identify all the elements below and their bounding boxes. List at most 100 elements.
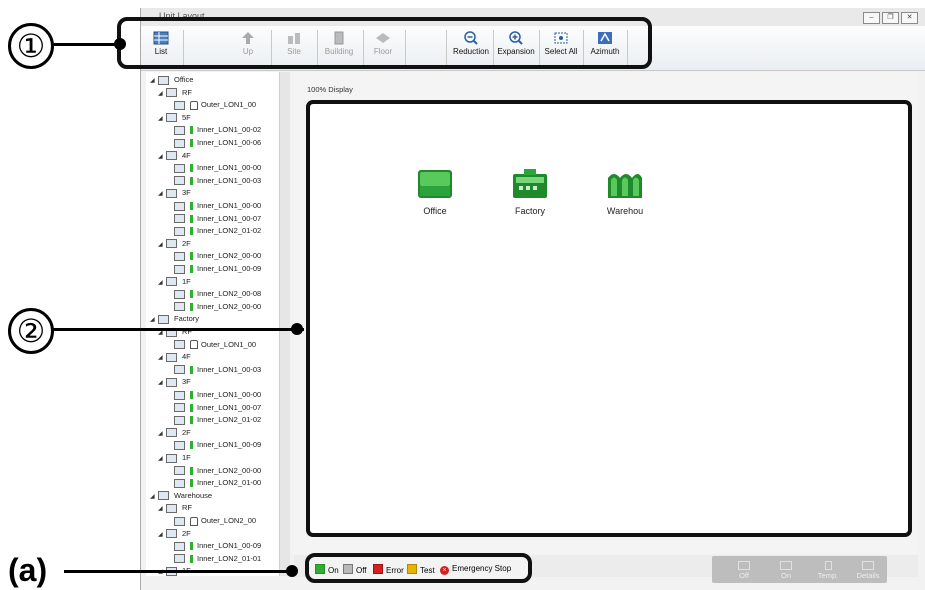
tree-unit-node[interactable]: Inner_LON2_00-00 [174, 301, 261, 313]
tree-unit-node[interactable]: Inner_LON1_00-02 [174, 124, 261, 136]
tree-node-label: 2F [182, 528, 191, 538]
tree-unit-node[interactable]: Inner_LON1_00-07 [174, 402, 261, 414]
unit-group-icon [166, 428, 177, 438]
callout-2-line [52, 328, 304, 331]
callout-2: ② [8, 308, 54, 354]
expand-arrow-icon[interactable]: ◢ [158, 503, 166, 515]
tree-node-label: Outer_LON2_00 [201, 516, 257, 525]
details-button[interactable]: Details [850, 556, 886, 583]
expand-arrow-icon[interactable]: ◢ [158, 352, 166, 364]
building-label-factory: Factory [514, 206, 545, 216]
tree-unit-node[interactable]: Outer_LON1_00 [174, 339, 256, 351]
expand-arrow-icon[interactable]: ◢ [158, 151, 166, 163]
temp-button[interactable]: Temp. [810, 556, 846, 583]
expand-arrow-icon[interactable]: ◢ [158, 453, 166, 465]
building-warehouse[interactable]: Warehou [600, 164, 650, 216]
tree-unit-node[interactable]: Inner_LON2_01-00 [174, 477, 261, 489]
tree-node-label: Inner_LON2_01-00 [197, 478, 262, 488]
tree-group-node[interactable]: ◢ 3F [158, 376, 191, 388]
expand-arrow-icon[interactable]: ◢ [158, 428, 166, 440]
tree-group-node[interactable]: ◢ RF [158, 87, 192, 99]
expand-arrow-icon[interactable]: ◢ [158, 377, 166, 389]
layout-canvas: Office Factory Warehou [306, 100, 912, 537]
tree-node-label: RF [182, 87, 192, 97]
tree-unit-node[interactable]: Inner_LON2_01-02 [174, 225, 261, 237]
expand-arrow-icon[interactable]: ◢ [158, 529, 166, 541]
callout-a-dot [286, 565, 298, 577]
tree-group-node[interactable]: ◢ Factory [150, 313, 199, 325]
tree-unit-node[interactable]: Inner_LON2_01-01 [174, 553, 261, 565]
tree-group-node[interactable]: ◢ 1F [158, 452, 191, 464]
tree-node-label: 2F [182, 427, 191, 437]
tree-group-node[interactable]: ◢ 5F [158, 112, 191, 124]
tree-node-label: Inner_LON1_00-03 [197, 364, 262, 374]
close-icon[interactable]: ✕ [901, 12, 918, 24]
unit-group-icon [166, 239, 177, 249]
unit-group-icon [166, 88, 177, 98]
tree-unit-node[interactable]: Inner_LON2_00-08 [174, 288, 261, 300]
tree-group-node[interactable]: ◢ RF [158, 502, 192, 514]
indoor-unit-status-icon [190, 164, 193, 173]
tree-node-label: Inner_LON1_00-09 [197, 440, 262, 450]
tree-group-node[interactable]: ◢ 2F [158, 238, 191, 250]
building-office[interactable]: Office [410, 164, 460, 216]
tree-node-label: RF [182, 503, 192, 513]
tree-unit-node[interactable]: Inner_LON1_00-07 [174, 213, 261, 225]
expand-arrow-icon[interactable]: ◢ [158, 188, 166, 200]
expand-arrow-icon[interactable]: ◢ [158, 88, 166, 100]
restore-icon[interactable]: ❐ [882, 12, 899, 24]
minimize-icon[interactable]: – [863, 12, 880, 24]
unit-group-icon [174, 478, 185, 488]
tree-node-label: Inner_LON1_00-03 [197, 175, 262, 185]
tree-group-node[interactable]: ◢ Office [150, 74, 193, 86]
expand-arrow-icon[interactable]: ◢ [158, 239, 166, 251]
tree-group-node[interactable]: ◢ 2F [158, 528, 191, 540]
unit-group-icon [166, 529, 177, 539]
unit-group-icon [166, 377, 177, 387]
unit-group-icon [174, 214, 185, 224]
tree-unit-node[interactable]: Inner_LON1_00-03 [174, 364, 261, 376]
tree-group-node[interactable]: ◢ 4F [158, 351, 191, 363]
office-building-icon [410, 164, 460, 206]
tree-unit-node[interactable]: Inner_LON1_00-09 [174, 439, 261, 451]
tree-node-label: Warehouse [174, 490, 213, 500]
tree-unit-node[interactable]: Outer_LON1_00 [174, 99, 256, 111]
building-factory[interactable]: Factory [505, 164, 555, 216]
tree-node-label: Factory [174, 314, 200, 324]
tree-node-label: Inner_LON2_00-00 [197, 251, 262, 261]
tree-unit-node[interactable]: Inner_LON2_00-00 [174, 250, 261, 262]
unit-group-icon [174, 541, 185, 551]
tree-unit-node[interactable]: Inner_LON1_00-00 [174, 200, 261, 212]
tree-unit-node[interactable]: Inner_LON1_00-09 [174, 540, 261, 552]
tree-group-node[interactable]: ◢ 4F [158, 150, 191, 162]
tree-unit-node[interactable]: Inner_LON2_00-00 [174, 465, 261, 477]
on-button[interactable]: On [768, 556, 804, 583]
tree-group-node[interactable]: ◢ 2F [158, 427, 191, 439]
off-label: Off [739, 571, 749, 580]
tree-unit-node[interactable]: Inner_LON1_00-00 [174, 389, 261, 401]
tree-unit-node[interactable]: Outer_LON2_00 [174, 515, 256, 527]
tree-unit-node[interactable]: Inner_LON1_00-03 [174, 175, 261, 187]
tree-group-node[interactable]: ◢ 1F [158, 276, 191, 288]
unit-group-icon [174, 226, 185, 236]
expand-arrow-icon[interactable]: ◢ [150, 491, 158, 503]
tree-group-node[interactable]: ◢ 3F [158, 187, 191, 199]
tree-unit-node[interactable]: Inner_LON1_00-06 [174, 137, 261, 149]
expand-arrow-icon[interactable]: ◢ [150, 314, 158, 326]
unit-control-panel: Off On Temp. Details [712, 556, 887, 583]
tree-unit-node[interactable]: Inner_LON2_01-02 [174, 414, 261, 426]
expand-arrow-icon[interactable]: ◢ [158, 277, 166, 289]
off-button[interactable]: Off [726, 556, 762, 583]
indoor-unit-status-icon [190, 265, 193, 274]
tree-unit-node[interactable]: Inner_LON1_00-09 [174, 263, 261, 275]
tree-group-node[interactable]: ◢ Warehouse [150, 490, 212, 502]
tree-node-label: Inner_LON1_00-00 [197, 201, 262, 210]
indoor-unit-status-icon [190, 290, 193, 299]
unit-group-icon [174, 390, 185, 400]
expand-arrow-icon[interactable]: ◢ [150, 75, 158, 87]
tree-unit-node[interactable]: Inner_LON1_00-00 [174, 162, 261, 174]
tree-scrollbar[interactable] [279, 72, 290, 576]
expand-arrow-icon[interactable]: ◢ [158, 113, 166, 125]
indoor-unit-status-icon [190, 466, 193, 475]
indoor-unit-status-icon [190, 126, 193, 135]
